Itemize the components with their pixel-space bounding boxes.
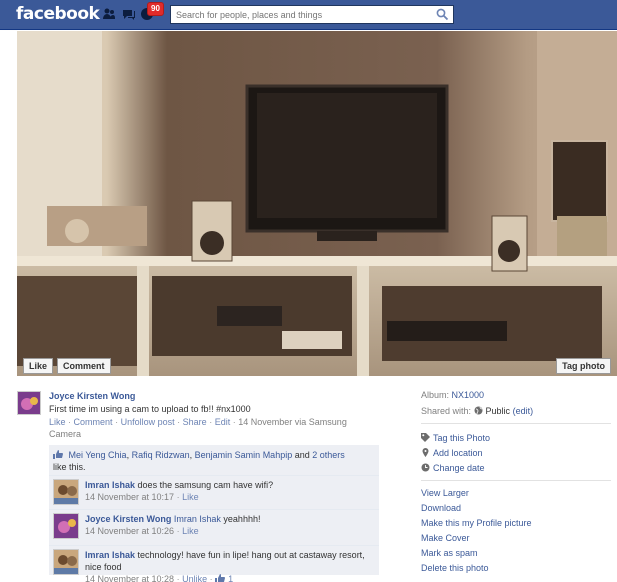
tag-this-photo-link[interactable]: Tag this Photo [433,433,490,443]
comment-like-link[interactable]: Like [182,492,199,502]
clock-icon [421,463,430,472]
comment-time[interactable]: 14 November at 10:28 [85,574,174,582]
likes-summary: Mei Yeng Chia, Rafiq Ridzwan, Benjamin S… [53,449,373,473]
comment-item: Imran Ishak technology! have fun in lipe… [49,545,379,582]
comment-author[interactable]: Joyce Kirsten Wong [85,514,171,524]
author-avatar[interactable] [17,391,41,415]
separator: · [176,492,180,502]
post-actions: Like · Comment · Unfollow post · Share ·… [49,416,379,440]
photo-image [17,31,617,376]
download-link[interactable]: Download [421,503,461,513]
sidebar-divider [421,480,611,481]
album-link[interactable]: NX1000 [452,390,485,400]
likes-others-link[interactable]: 2 others [312,450,345,460]
thumbs-up-icon [215,574,226,582]
comment-like-count[interactable]: 1 [228,574,233,582]
photo-viewer[interactable]: Like Comment Tag photo [17,31,617,376]
change-date-row[interactable]: Change date [421,462,485,474]
view-larger-link[interactable]: View Larger [421,488,469,498]
location-pin-icon [422,448,429,457]
unfollow-post-link[interactable]: Unfollow post [121,417,175,427]
likes-and: and [294,450,310,460]
separator: · [209,574,213,582]
separator: · [68,417,72,427]
search-input[interactable] [171,6,431,23]
globe-icon [474,406,483,415]
comment-time[interactable]: 14 November at 10:17 [85,492,174,502]
shared-with-label: Shared with: [421,406,472,416]
comment-author[interactable]: Imran Ishak [85,550,135,560]
change-date-link[interactable]: Change date [433,463,485,473]
comment-like-link[interactable]: Like [182,526,199,536]
photo-like-button[interactable]: Like [23,358,54,374]
post-comment-link[interactable]: Comment [74,417,113,427]
separator: · [209,417,213,427]
comment-text: does the samsung cam have wifi? [137,480,274,490]
commenter-avatar[interactable] [53,549,79,575]
make-cover-link[interactable]: Make Cover [421,533,470,543]
top-bar: facebook 90 [0,0,617,30]
commenter-avatar[interactable] [53,513,79,539]
search-icon[interactable] [436,8,449,21]
commenter-avatar[interactable] [53,479,79,505]
comment-item: Imran Ishak does the samsung cam have wi… [49,475,379,507]
comment-unlike-link[interactable]: Unlike [182,574,207,582]
separator: · [176,574,180,582]
tag-photo-button[interactable]: Tag photo [556,358,611,374]
comment-author[interactable]: Imran Ishak [85,480,135,490]
liker-name[interactable]: Mei Yeng Chia [69,450,127,460]
post-like-link[interactable]: Like [49,417,66,427]
tag-photo-row[interactable]: Tag this Photo [421,432,490,444]
delete-photo-link[interactable]: Delete this photo [421,563,489,573]
messages-icon[interactable] [122,7,136,21]
shared-with-row: Shared with: Public (edit) [421,405,533,417]
separator: · [115,417,119,427]
mark-as-spam-link[interactable]: Mark as spam [421,548,478,558]
separator: · [232,417,236,427]
liker-name[interactable]: Rafiq Ridzwan [132,450,190,460]
liker-name[interactable]: Benjamin Samin Mahpip [195,450,293,460]
privacy-value: Public [485,406,511,416]
notifications-badge[interactable]: 90 [147,2,164,16]
share-link[interactable]: Share [183,417,207,427]
search-box[interactable] [170,5,454,24]
liker-separator: , [189,450,193,460]
make-profile-picture-link[interactable]: Make this my Profile picture [421,518,532,528]
thumbs-up-icon [53,450,63,459]
comment-mention[interactable]: Imran Ishak [174,514,221,524]
edit-privacy-link[interactable]: (edit) [513,406,534,416]
comment-text: yeahhhh! [223,514,261,524]
add-location-link[interactable]: Add location [433,448,483,458]
comment-time[interactable]: 14 November at 10:26 [85,526,174,536]
separator: · [177,417,181,427]
sidebar-divider [421,423,611,424]
post-caption: First time im using a cam to upload to f… [49,404,251,414]
feedback-box: Mei Yeng Chia, Rafiq Ridzwan, Benjamin S… [49,445,379,582]
photo-comment-button[interactable]: Comment [57,358,111,374]
comment-item: Joyce Kirsten Wong Imran Ishak yeahhhh! … [49,509,379,543]
likes-suffix: like this. [53,462,86,472]
add-location-row[interactable]: Add location [421,447,483,459]
album-row: Album: NX1000 [421,389,484,401]
post-author[interactable]: Joyce Kirsten Wong [49,391,135,401]
facebook-logo[interactable]: facebook [16,4,100,24]
friend-requests-icon[interactable] [102,7,116,21]
separator: · [176,526,180,536]
liker-separator: , [126,450,130,460]
edit-link[interactable]: Edit [215,417,231,427]
tag-icon [421,433,430,442]
album-label: Album: [421,390,450,400]
